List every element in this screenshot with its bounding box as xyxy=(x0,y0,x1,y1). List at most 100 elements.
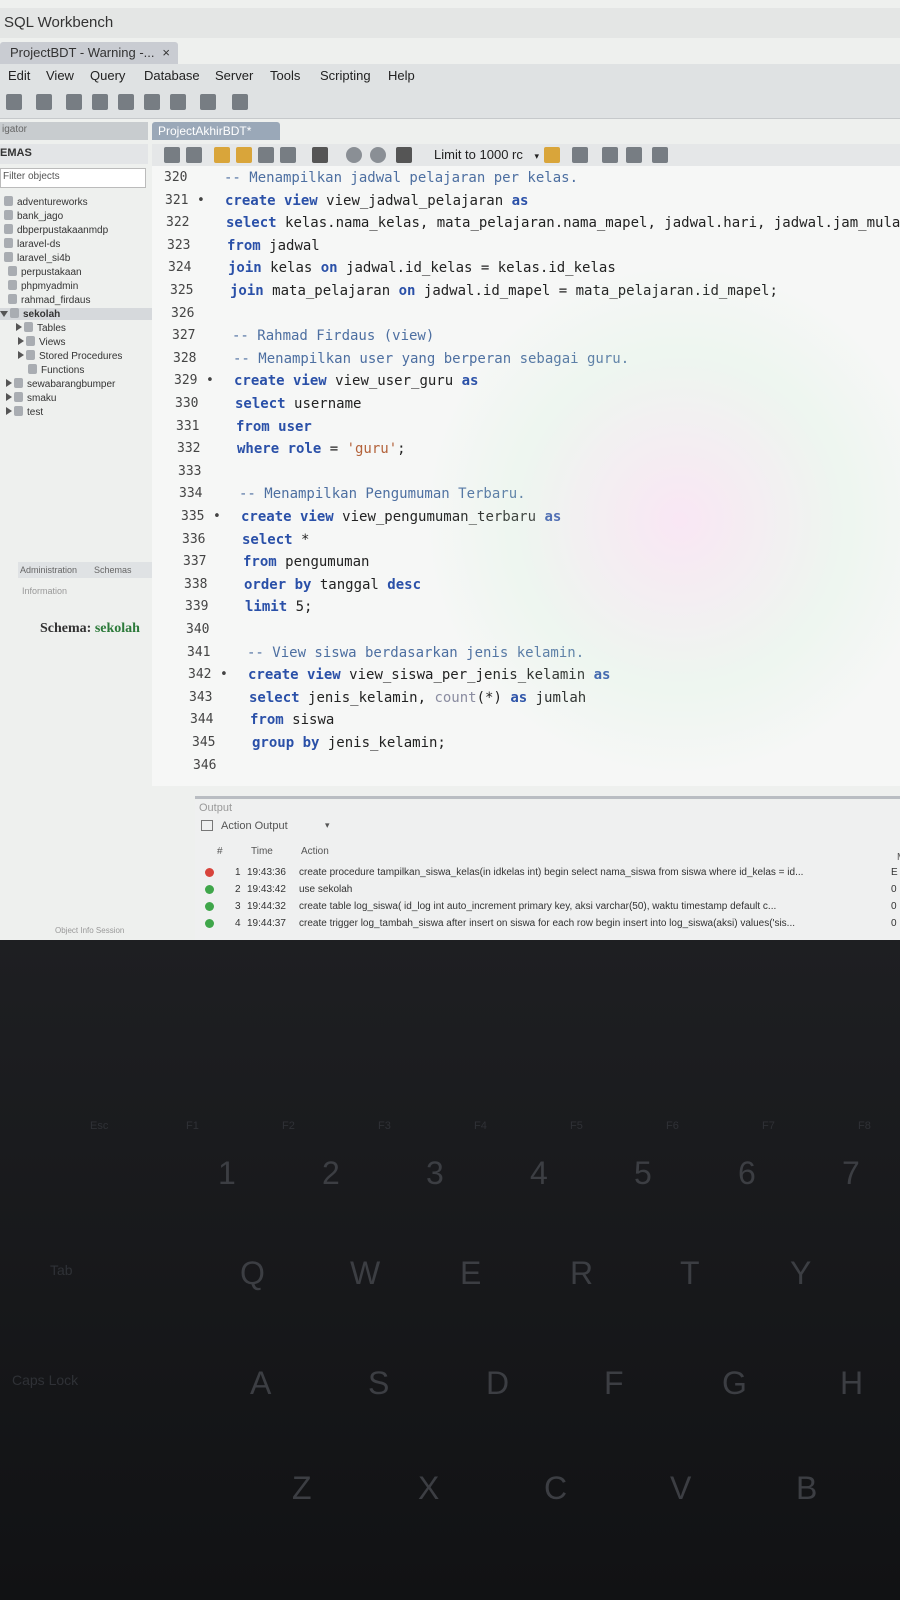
code-token: on xyxy=(320,260,347,277)
functions-node[interactable]: Functions xyxy=(28,364,84,376)
schema-item[interactable]: test xyxy=(6,406,43,418)
chevron-down-icon[interactable]: ▾ xyxy=(325,820,330,831)
connection-tab[interactable]: ProjectBDT - Warning -... × xyxy=(0,42,178,64)
expand-arrow-icon[interactable] xyxy=(18,337,24,345)
search-table-data-icon[interactable] xyxy=(200,94,216,110)
schema-item[interactable]: adventureworks xyxy=(4,196,88,208)
schema-item[interactable]: laravel_si4b xyxy=(4,252,70,264)
schema-item[interactable]: perpustakaan xyxy=(8,266,82,278)
key-1: 1 xyxy=(218,1155,236,1191)
output-row[interactable]: 1 19:43:36 create procedure tampilkan_sisw… xyxy=(195,866,900,880)
create-view-icon[interactable] xyxy=(144,94,160,110)
database-icon xyxy=(8,280,17,290)
line-number: 341 xyxy=(187,644,211,660)
output-response: E xyxy=(891,867,898,878)
create-schema-icon[interactable] xyxy=(92,94,108,110)
line-number: 336 xyxy=(182,531,206,547)
code-token: * xyxy=(301,531,310,548)
autocommit-icon[interactable] xyxy=(396,147,412,163)
save-icon[interactable] xyxy=(186,147,202,163)
schema-item[interactable]: laravel-ds xyxy=(4,238,60,250)
open-file-icon[interactable] xyxy=(164,147,180,163)
search-icon[interactable] xyxy=(602,147,618,163)
wrap-lines-icon[interactable] xyxy=(652,147,668,163)
limit-rows-select[interactable]: Limit to 1000 rc ▾ xyxy=(434,147,539,162)
code-token: = xyxy=(329,441,347,458)
line-number: 343 xyxy=(189,689,213,705)
key-a: A xyxy=(250,1365,272,1401)
beautify-icon[interactable] xyxy=(544,147,560,163)
create-table-icon[interactable] xyxy=(118,94,134,110)
schema-item-label: test xyxy=(27,407,44,418)
stored-procedures-node[interactable]: Stored Procedures xyxy=(18,350,122,362)
sql-editor-tab[interactable]: ProjectAkhirBDT* xyxy=(152,122,280,140)
menu-tools[interactable]: Tools xyxy=(270,68,300,83)
create-procedure-icon[interactable] xyxy=(170,94,186,110)
reconnect-icon[interactable] xyxy=(232,94,248,110)
code-token: on xyxy=(398,283,424,299)
expand-arrow-icon[interactable] xyxy=(16,323,22,331)
code-token: count xyxy=(434,689,477,706)
expand-arrow-icon[interactable] xyxy=(18,351,24,359)
output-section-label: Output xyxy=(199,802,233,814)
output-row[interactable]: 3 19:44:32 create table log_siswa( id_log … xyxy=(195,900,900,914)
code-text: create view view_siswa_per_jenis_kelamin… xyxy=(248,667,610,683)
schema-item[interactable]: smaku xyxy=(6,392,56,404)
sql-editor[interactable]: 320 -- Menampilkan jadwal pelajaran per k… xyxy=(152,166,900,786)
menu-scripting[interactable]: Scripting xyxy=(320,68,371,83)
expand-arrow-icon[interactable] xyxy=(6,379,12,387)
menu-help[interactable]: Help xyxy=(388,68,415,83)
commit-icon[interactable] xyxy=(346,147,362,163)
output-row[interactable]: 4 19:44:37 create trigger log_tambah_siswa… xyxy=(195,917,900,931)
find-icon[interactable] xyxy=(572,147,588,163)
schema-item[interactable]: rahmad_firdaus xyxy=(8,294,90,306)
code-token: -- Menampilkan Pengumuman Terbaru. xyxy=(239,486,526,503)
key-f1: F1 xyxy=(186,1120,199,1132)
invisible-chars-icon[interactable] xyxy=(626,147,642,163)
schema-item-sekolah[interactable]: sekolah xyxy=(0,308,158,320)
information-tab[interactable]: Information xyxy=(22,586,67,596)
key-x: X xyxy=(418,1470,440,1506)
explain-icon[interactable] xyxy=(258,147,274,163)
tab-administration[interactable]: Administration xyxy=(20,565,77,575)
schema-item[interactable]: sewabarangbumper xyxy=(6,378,115,390)
key-5: 5 xyxy=(634,1155,652,1191)
code-text: group by jenis_kelamin; xyxy=(252,735,446,751)
schema-item[interactable]: phpmyadmin xyxy=(8,280,78,292)
tab-schemas[interactable]: Schemas xyxy=(94,565,132,575)
menu-database[interactable]: Database xyxy=(144,68,200,83)
open-sql-script-icon[interactable] xyxy=(66,94,82,110)
output-time: 19:44:37 xyxy=(247,918,286,929)
expand-arrow-icon[interactable] xyxy=(0,311,8,317)
menu-view[interactable]: View xyxy=(46,68,74,83)
tables-node[interactable]: Tables xyxy=(16,322,66,334)
close-tab-icon[interactable]: × xyxy=(162,45,170,60)
schema-item-label: phpmyadmin xyxy=(21,281,79,292)
output-splitter[interactable] xyxy=(195,796,900,799)
output-type-select[interactable]: Action Output xyxy=(221,820,288,832)
execute-icon[interactable] xyxy=(214,147,230,163)
execute-statement-icon[interactable] xyxy=(236,147,252,163)
schema-item[interactable]: dbperpustakaanmdp xyxy=(4,224,108,236)
menu-edit[interactable]: Edit xyxy=(8,68,30,83)
stop-icon[interactable] xyxy=(280,147,296,163)
expand-arrow-icon[interactable] xyxy=(6,393,12,401)
rollback-icon[interactable] xyxy=(370,147,386,163)
code-text: select kelas.nama_kelas, mata_pelajaran.… xyxy=(226,215,900,231)
key-h: H xyxy=(840,1365,864,1401)
manage-connections-icon[interactable] xyxy=(36,94,52,110)
filter-objects-input[interactable]: Filter objects xyxy=(0,168,146,188)
laptop-screen: SQL Workbench ProjectBDT - Warning -... … xyxy=(0,0,900,940)
schema-item-label: sekolah xyxy=(23,309,61,320)
expand-arrow-icon[interactable] xyxy=(6,407,12,415)
new-connection-icon[interactable] xyxy=(6,94,22,110)
menu-server[interactable]: Server xyxy=(215,68,253,83)
toggle-continue-icon[interactable] xyxy=(312,147,328,163)
menu-query[interactable]: Query xyxy=(90,68,125,83)
limit-rows-label: Limit to 1000 rc xyxy=(434,147,523,162)
key-q: Q xyxy=(240,1255,265,1291)
output-row[interactable]: 2 19:43:42 use sekolah 0 xyxy=(195,883,900,897)
schema-item[interactable]: bank_jago xyxy=(4,210,63,222)
views-node[interactable]: Views xyxy=(18,336,66,348)
object-info-session-tabs[interactable]: Object Info Session xyxy=(55,926,124,935)
